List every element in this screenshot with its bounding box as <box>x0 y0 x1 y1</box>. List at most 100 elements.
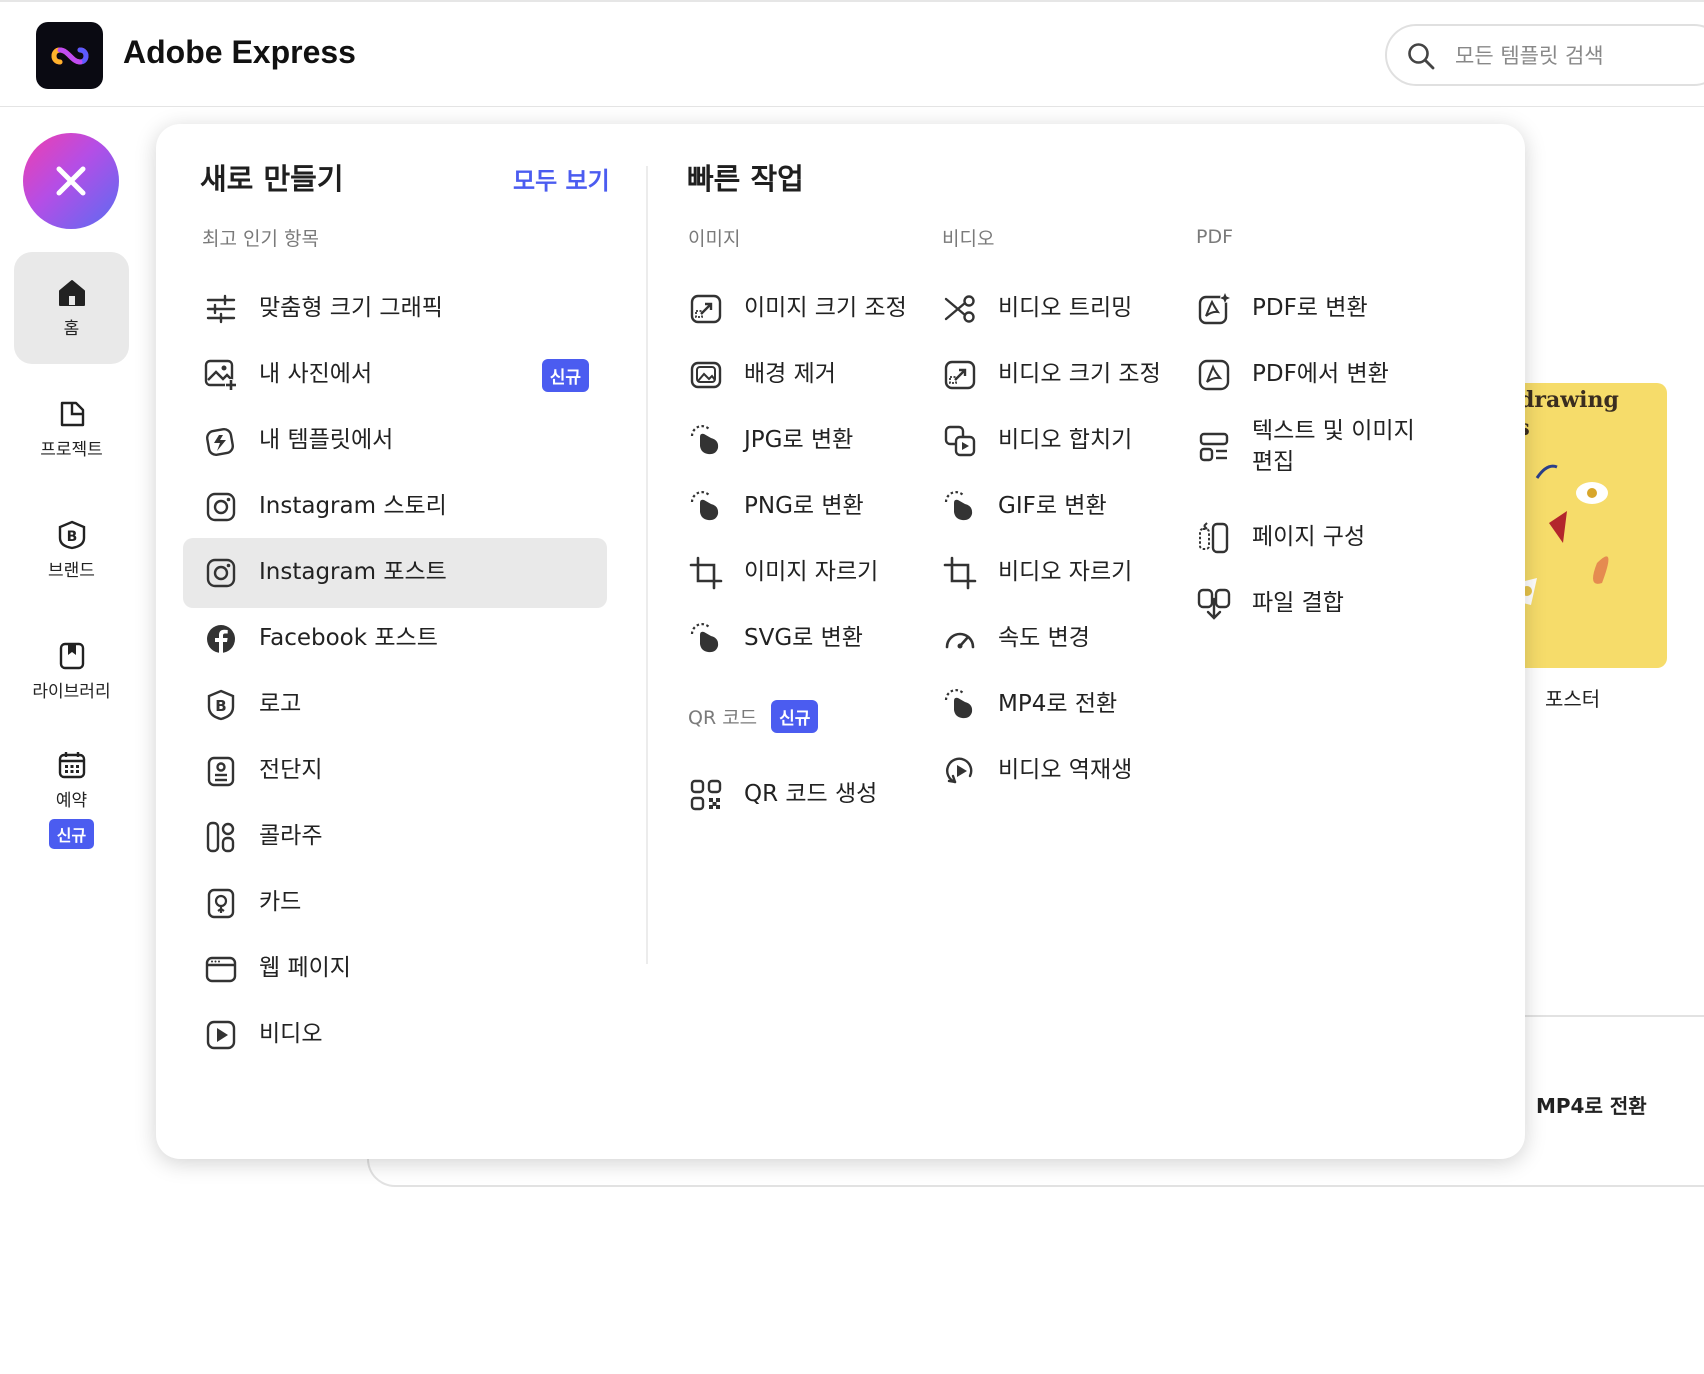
create-menu-panel: 새로 만들기 모두 보기 최고 인기 항목 맞춤형 크기 그래픽 내 사진에서 … <box>156 124 1525 1159</box>
quick-item-edit-text-image[interactable]: 텍스트 및 이미지 편집 <box>1196 406 1442 488</box>
quick-item-label: 비디오 합치기 <box>998 427 1133 454</box>
quick-item-label: 비디오 크기 조정 <box>998 361 1161 388</box>
sidebar-item-brand[interactable]: B 브랜드 <box>14 494 129 606</box>
quick-item-label: 비디오 자르기 <box>998 559 1133 586</box>
create-item-label: 비디오 <box>259 1021 323 1048</box>
quick-item-convert-mp4[interactable]: MP4로 전환 <box>942 670 1117 740</box>
create-item-label: 전단지 <box>259 757 323 784</box>
quick-item-convert-png[interactable]: PNG로 변환 <box>688 472 864 542</box>
sidebar-item-library[interactable]: 라이브러리 <box>14 615 129 727</box>
create-item-label: 맞춤형 크기 그래픽 <box>259 295 443 322</box>
scissors-icon <box>942 291 978 327</box>
qr-section-text: QR 코드 <box>688 707 758 729</box>
search-icon <box>1408 43 1435 70</box>
speedometer-icon <box>942 621 978 657</box>
template-search[interactable] <box>1385 24 1704 86</box>
quick-item-label: 이미지 크기 조정 <box>744 295 907 322</box>
merge-video-icon <box>942 423 978 459</box>
create-item-instagram-post[interactable]: Instagram 포스트 <box>183 538 607 608</box>
new-badge: 신규 <box>48 818 95 849</box>
video-section-label: 비디오 <box>942 228 995 250</box>
svg-text:B: B <box>66 529 77 545</box>
create-item-flyer[interactable]: 전단지 <box>183 736 607 806</box>
quick-item-convert-to-pdf[interactable]: PDF로 변환 <box>1196 274 1368 344</box>
mp4-convert-label[interactable]: MP4로 전환 <box>1536 1090 1647 1119</box>
resize-video-icon <box>942 357 978 393</box>
poster-label[interactable]: 포스터 <box>1545 683 1600 712</box>
quick-item-label: 파일 결합 <box>1252 590 1344 617</box>
create-item-collage[interactable]: 콜라주 <box>183 802 607 872</box>
convert-icon <box>688 423 724 459</box>
crop-icon <box>942 555 978 591</box>
new-badge: 신규 <box>541 358 589 392</box>
sidebar-item-projects[interactable]: 프로젝트 <box>14 373 129 485</box>
create-item-web-page[interactable]: 웹 페이지 <box>183 934 607 1004</box>
app-brand[interactable]: Adobe Express <box>123 34 356 71</box>
create-item-label: 내 사진에서 <box>259 361 373 388</box>
create-item-logo[interactable]: B 로고 <box>183 670 607 740</box>
calendar-icon <box>58 751 85 778</box>
quick-item-label: 텍스트 및 이미지 편집 <box>1252 417 1415 475</box>
quick-item-trim-video[interactable]: 비디오 트리밍 <box>942 274 1132 344</box>
quick-item-merge-videos[interactable]: 비디오 합치기 <box>942 406 1132 476</box>
create-item-label: 콜라주 <box>259 823 323 850</box>
create-item-video[interactable]: 비디오 <box>183 1000 607 1070</box>
close-create-menu-button[interactable] <box>23 133 119 229</box>
create-item-custom-size[interactable]: 맞춤형 크기 그래픽 <box>183 274 607 344</box>
create-item-label: Facebook 포스트 <box>259 625 438 652</box>
quick-item-label: 비디오 역재생 <box>998 757 1133 784</box>
adobe-express-logo[interactable] <box>36 22 103 89</box>
image-section-label: 이미지 <box>688 228 741 250</box>
combine-files-icon <box>1196 586 1232 622</box>
quick-item-combine-files[interactable]: 파일 결합 <box>1196 569 1344 639</box>
create-item-label: 로고 <box>259 691 302 718</box>
quick-item-resize-image[interactable]: 이미지 크기 조정 <box>688 274 907 344</box>
quick-item-change-speed[interactable]: 속도 변경 <box>942 604 1090 674</box>
quick-item-reverse-video[interactable]: 비디오 역재생 <box>942 736 1132 806</box>
web-page-icon <box>203 951 239 987</box>
sliders-icon <box>203 291 239 327</box>
create-item-label: Instagram 포스트 <box>259 559 447 586</box>
quick-item-convert-jpg[interactable]: JPG로 변환 <box>688 406 853 476</box>
qr-section-label: QR 코드 신규 <box>688 700 819 733</box>
search-input[interactable] <box>1453 38 1687 74</box>
quick-item-resize-video[interactable]: 비디오 크기 조정 <box>942 340 1161 410</box>
quick-item-convert-gif[interactable]: GIF로 변환 <box>942 472 1107 542</box>
quick-item-label: MP4로 전환 <box>998 691 1118 718</box>
sidebar-item-home[interactable]: 홈 <box>14 252 129 364</box>
create-item-from-photo[interactable]: 내 사진에서 신규 <box>183 340 607 410</box>
sidebar-item-label: 홈 <box>63 318 80 339</box>
crop-icon <box>688 555 724 591</box>
qr-code-icon <box>688 777 724 813</box>
quick-item-crop-video[interactable]: 비디오 자르기 <box>942 538 1132 608</box>
quick-item-label: PDF에서 변환 <box>1252 361 1389 388</box>
quick-item-convert-from-pdf[interactable]: PDF에서 변환 <box>1196 340 1389 410</box>
sidebar-item-label: 예약 <box>55 790 88 811</box>
quick-item-label: 페이지 구성 <box>1252 524 1366 551</box>
quick-item-label: PNG로 변환 <box>744 493 864 520</box>
instagram-icon <box>203 489 239 525</box>
quick-item-organize-pages[interactable]: 페이지 구성 <box>1196 503 1365 573</box>
creative-cloud-icon <box>51 46 88 65</box>
see-all-link[interactable]: 모두 보기 <box>513 161 610 196</box>
quick-item-label: 속도 변경 <box>998 625 1090 652</box>
quick-item-convert-svg[interactable]: SVG로 변환 <box>688 604 863 674</box>
app-header: Adobe Express <box>0 2 1704 107</box>
create-item-instagram-story[interactable]: Instagram 스토리 <box>183 472 607 542</box>
quick-item-label: SVG로 변환 <box>744 625 863 652</box>
library-icon <box>59 642 84 669</box>
convert-icon <box>942 489 978 525</box>
menu-column-divider <box>646 166 648 964</box>
card-icon <box>203 885 239 921</box>
create-item-from-template[interactable]: 내 템플릿에서 <box>183 406 607 476</box>
video-play-icon <box>203 1017 239 1053</box>
quick-item-generate-qr[interactable]: QR 코드 생성 <box>688 760 877 830</box>
create-title: 새로 만들기 <box>200 162 344 196</box>
quick-item-remove-background[interactable]: 배경 제거 <box>688 340 836 410</box>
sidebar-item-schedule[interactable]: 예약 신규 <box>14 734 129 864</box>
create-item-card[interactable]: 카드 <box>183 868 607 938</box>
create-item-facebook-post[interactable]: Facebook 포스트 <box>183 604 607 674</box>
quick-item-crop-image[interactable]: 이미지 자르기 <box>688 538 878 608</box>
quick-item-label: JPG로 변환 <box>744 427 854 454</box>
project-icon <box>60 401 84 426</box>
